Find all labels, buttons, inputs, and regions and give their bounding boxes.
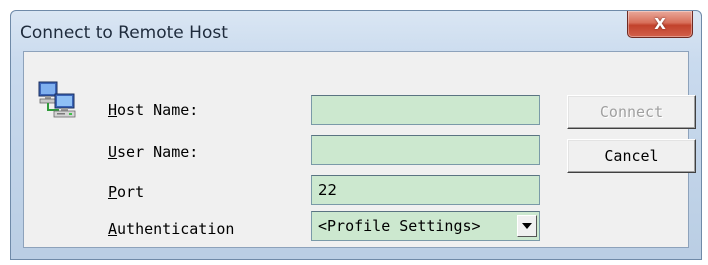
- authentication-select[interactable]: <Profile Settings>: [311, 211, 540, 241]
- user-name-label: User Name:: [108, 143, 199, 161]
- user-name-input[interactable]: [311, 135, 540, 165]
- cancel-button[interactable]: Cancel: [567, 139, 696, 173]
- dialog-body: Host Name: User Name: Port Authenticatio…: [23, 51, 696, 248]
- host-name-label: Host Name:: [108, 101, 199, 119]
- port-input[interactable]: [311, 175, 540, 205]
- connect-button[interactable]: Connect: [567, 95, 696, 129]
- close-button[interactable]: X: [627, 11, 693, 38]
- connect-dialog: Connect to Remote Host X Host Name: User…: [10, 10, 702, 260]
- networked-computers-icon: [38, 81, 76, 118]
- authentication-label: Authentication: [108, 220, 235, 238]
- host-name-input[interactable]: [311, 95, 540, 125]
- window-title: Connect to Remote Host: [20, 23, 228, 43]
- close-icon: X: [654, 14, 666, 33]
- title-bar[interactable]: Connect to Remote Host X: [11, 11, 701, 51]
- authentication-selected-value: <Profile Settings>: [318, 217, 481, 235]
- chevron-down-icon: [522, 223, 532, 229]
- port-label: Port: [108, 183, 145, 201]
- dropdown-button[interactable]: [517, 215, 537, 237]
